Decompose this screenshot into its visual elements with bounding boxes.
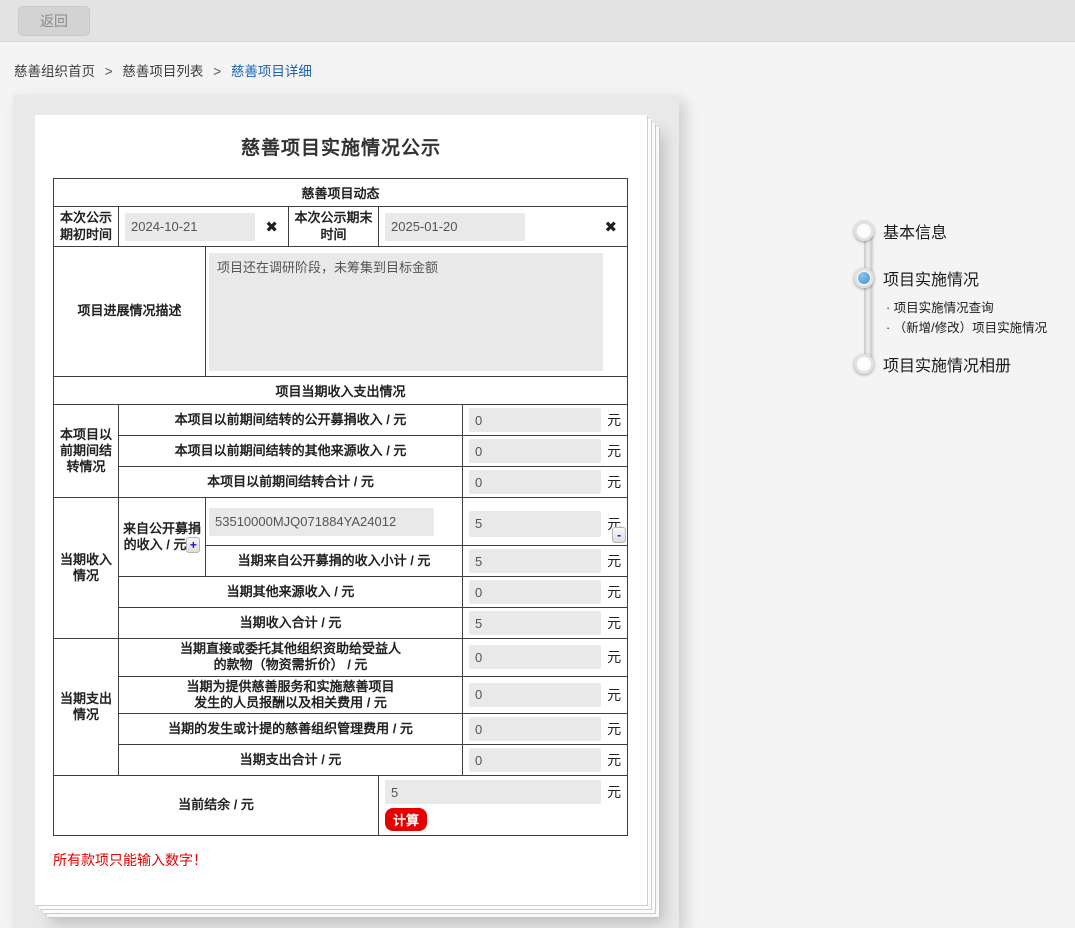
sub-item-implementation-query[interactable]: · 项目实施情况查询: [886, 298, 1047, 318]
calculate-button[interactable]: 计算: [385, 808, 427, 831]
publicity-table: 慈善项目动态 本次公示期初时间 ✖ 本次公示期末时间 ✖: [53, 178, 628, 836]
period-end-label: 本次公示期末时间: [289, 207, 379, 247]
period-start-clear-icon[interactable]: ✖: [261, 218, 282, 236]
expense-staff-label: 当期为提供慈善服务和实施慈善项目 发生的人员报酬以及相关费用 / 元: [119, 676, 463, 714]
unit-label: 元: [601, 647, 627, 667]
unit-label: 元: [601, 441, 627, 461]
period-start-input[interactable]: [125, 213, 255, 241]
income-group-label: 当期收入情况: [54, 498, 119, 639]
period-end-input[interactable]: [385, 213, 525, 241]
back-button[interactable]: 返回: [18, 6, 90, 36]
unit-label: 元: [601, 685, 627, 705]
expense-admin-label: 当期的发生或计提的慈善组织管理费用 / 元: [119, 714, 463, 745]
page-title: 慈善项目实施情况公示: [35, 133, 647, 160]
income-public-label: 来自公开募捐的收入 / 元+: [119, 498, 206, 577]
income-other-input[interactable]: [469, 580, 601, 604]
unit-label: 元: [601, 782, 627, 802]
breadcrumb-separator: >: [105, 64, 113, 79]
section-header-dynamics: 慈善项目动态: [54, 179, 628, 207]
expense-total-input[interactable]: [469, 748, 601, 772]
breadcrumb: 慈善组织首页 > 慈善项目列表 > 慈善项目详细: [14, 60, 312, 80]
warning-text: 所有款项只能输入数字！: [53, 850, 647, 870]
period-end-clear-icon[interactable]: ✖: [601, 218, 622, 236]
carryover-other-input[interactable]: [469, 439, 601, 463]
unit-label: 元: [601, 582, 627, 602]
donation-org-code-input[interactable]: [209, 508, 434, 536]
carryover-total-label: 本项目以前期间结转合计 / 元: [119, 467, 463, 498]
carryover-total-input[interactable]: [469, 470, 601, 494]
breadcrumb-project-list[interactable]: 慈善项目列表: [122, 64, 203, 79]
unit-label: 元: [601, 613, 627, 633]
step-basic-info[interactable]: 基本信息: [854, 219, 947, 243]
remove-donation-minus-icon[interactable]: -: [612, 527, 626, 543]
income-subtotal-label: 当期来自公开募捐的收入小计 / 元: [206, 546, 463, 577]
stepper: 基本信息 项目实施情况 · 项目实施情况查询 · （新增/修改）项目实施情况 项…: [846, 0, 1075, 928]
carryover-public-label: 本项目以前期间结转的公开募捐收入 / 元: [119, 405, 463, 436]
breadcrumb-project-detail[interactable]: 慈善项目详细: [231, 64, 312, 79]
unit-label: 元: [601, 551, 627, 571]
unit-label: 元: [601, 472, 627, 492]
unit-label: 元: [601, 750, 627, 770]
add-donation-plus-icon[interactable]: +: [186, 537, 200, 553]
step-implementation[interactable]: 项目实施情况: [854, 266, 979, 290]
donation-amount-input[interactable]: [469, 511, 601, 537]
expense-admin-input[interactable]: [469, 717, 601, 741]
income-other-label: 当期其他来源收入 / 元: [119, 577, 463, 608]
step-label: 项目实施情况: [883, 266, 979, 290]
breadcrumb-separator: >: [213, 64, 221, 79]
expense-total-label: 当期支出合计 / 元: [119, 745, 463, 776]
step-label: 项目实施情况相册: [883, 352, 1011, 376]
unit-label: 元: [601, 719, 627, 739]
expense-group-label: 当期支出情况: [54, 639, 119, 776]
sub-item-implementation-edit[interactable]: · （新增/修改）项目实施情况: [886, 318, 1047, 338]
unit-label: 元: [601, 410, 627, 430]
step-circle-icon: [854, 268, 874, 288]
carryover-other-label: 本项目以前期间结转的其他来源收入 / 元: [119, 436, 463, 467]
step-implementation-album[interactable]: 项目实施情况相册: [854, 352, 1011, 376]
breadcrumb-home[interactable]: 慈善组织首页: [14, 64, 95, 79]
income-total-input[interactable]: [469, 611, 601, 635]
balance-label: 当前结余 / 元: [54, 776, 379, 836]
income-total-label: 当期收入合计 / 元: [119, 608, 463, 639]
publicity-form: 慈善项目实施情况公示 慈善项目动态 本次公示期初时间 ✖ 本次公示期末时: [35, 115, 647, 905]
expense-beneficiary-label: 当期直接或委托其他组织资助给受益人 的款物（物资需折价） / 元: [119, 639, 463, 677]
step-circle-icon: [854, 354, 874, 374]
section-header-income-expense: 项目当期收入支出情况: [54, 377, 628, 405]
step-sub-items: · 项目实施情况查询 · （新增/修改）项目实施情况: [886, 298, 1047, 338]
carryover-public-input[interactable]: [469, 408, 601, 432]
expense-staff-input[interactable]: [469, 683, 601, 707]
period-start-label: 本次公示期初时间: [54, 207, 119, 247]
expense-beneficiary-input[interactable]: [469, 645, 601, 669]
page: 返回 慈善组织首页 > 慈善项目列表 > 慈善项目详细 慈善项目实施情况公示 慈…: [0, 0, 1075, 928]
balance-input[interactable]: [385, 780, 601, 804]
step-label: 基本信息: [883, 219, 947, 243]
stepper-line: [864, 230, 872, 364]
carryover-group-label: 本项目以前期间结转情况: [54, 405, 119, 498]
step-circle-icon: [854, 221, 874, 241]
income-subtotal-input[interactable]: [469, 549, 601, 573]
progress-label: 项目进展情况描述: [54, 247, 206, 377]
progress-textarea[interactable]: 项目还在调研阶段，未筹集到目标金额: [209, 253, 603, 371]
